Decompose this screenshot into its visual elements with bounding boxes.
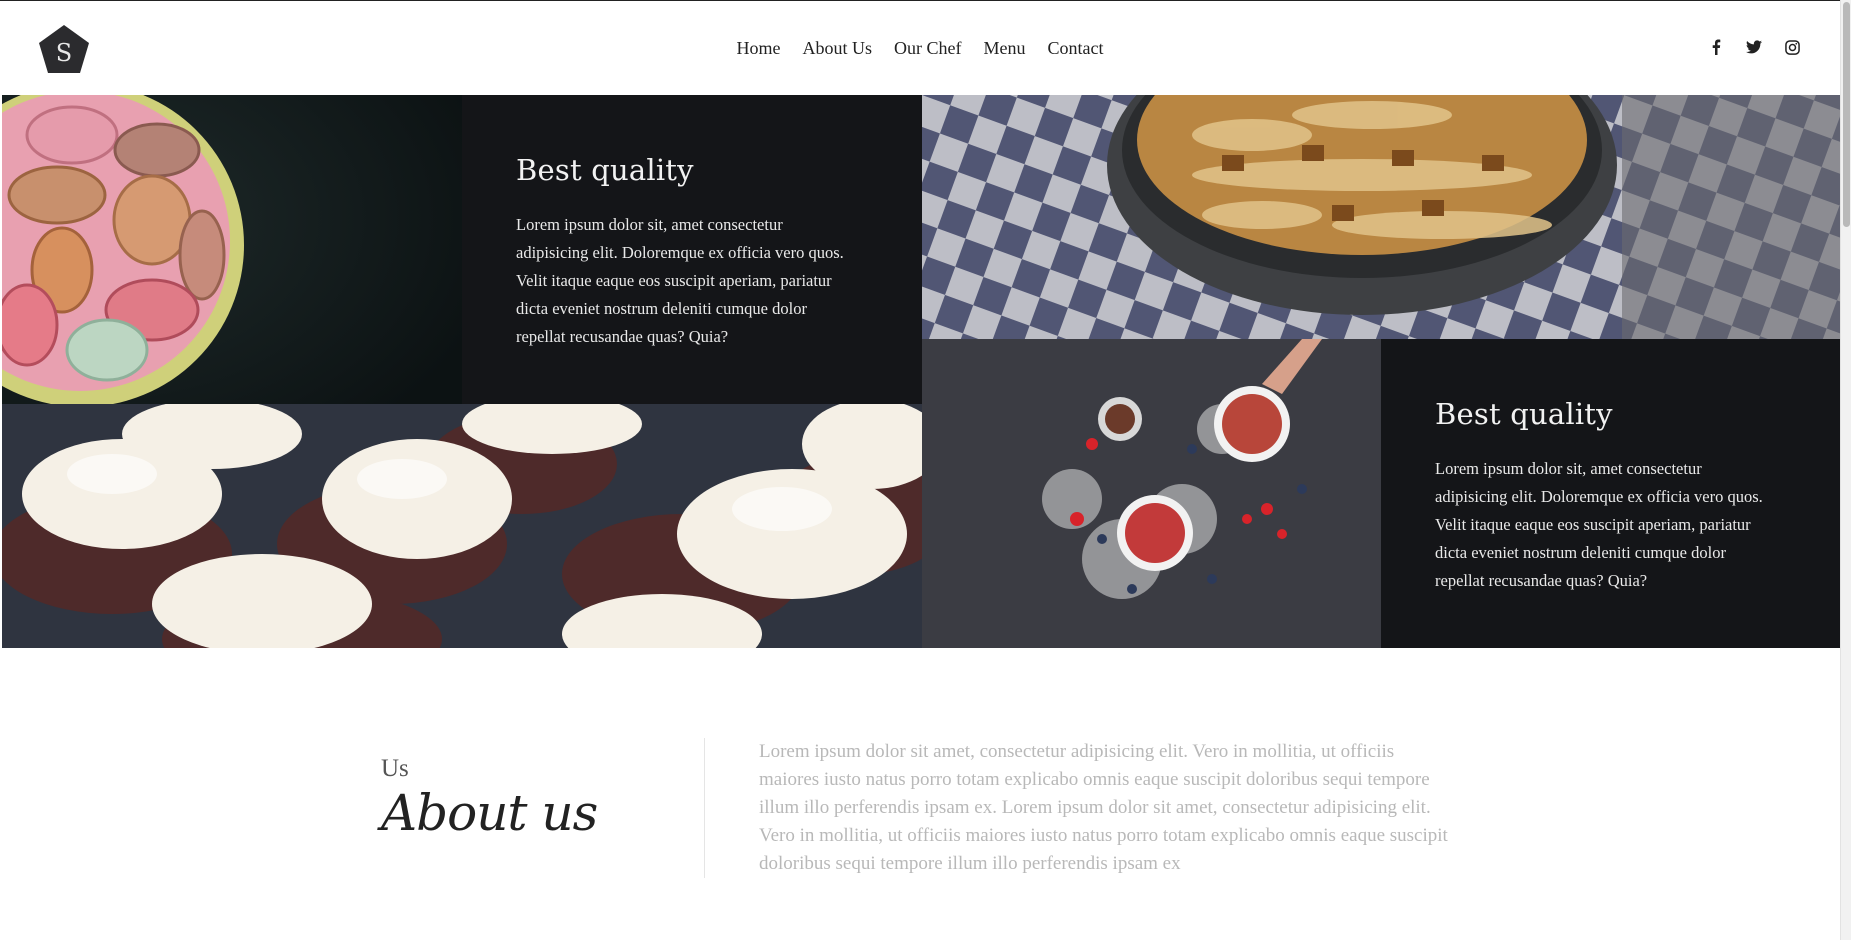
cupcakes-image bbox=[2, 404, 922, 648]
nav-home[interactable]: Home bbox=[737, 38, 781, 59]
twitter-icon[interactable] bbox=[1746, 38, 1762, 56]
scrollbar-thumb[interactable] bbox=[1843, 2, 1850, 227]
about-divider bbox=[704, 738, 705, 878]
feature-title-2: Best quality bbox=[1435, 397, 1613, 431]
about-text: Lorem ipsum dolor sit amet, consectetur … bbox=[759, 741, 1448, 874]
site-header: S Home About Us Our Chef Menu Contact bbox=[0, 0, 1840, 95]
about-eyebrow: Us bbox=[381, 755, 409, 782]
berries-bowl-image bbox=[922, 339, 1381, 648]
about-title: About us bbox=[381, 784, 598, 842]
instagram-icon[interactable] bbox=[1784, 38, 1800, 56]
nav-menu[interactable]: Menu bbox=[984, 38, 1026, 59]
social-links bbox=[1708, 38, 1800, 56]
feature-panel-1: Best quality Lorem ipsum dolor sit, amet… bbox=[462, 95, 922, 404]
feature-text-1: Lorem ipsum dolor sit, amet consectetur … bbox=[516, 215, 844, 346]
feature-panel-2: Best quality Lorem ipsum dolor sit, amet… bbox=[1381, 339, 1840, 648]
feature-grid: Best quality Lorem ipsum dolor sit, amet… bbox=[2, 95, 1840, 648]
nav-about-us[interactable]: About Us bbox=[803, 38, 873, 59]
main-nav: Home About Us Our Chef Menu Contact bbox=[0, 1, 1840, 96]
facebook-icon[interactable] bbox=[1708, 38, 1724, 56]
apple-pie-image bbox=[922, 95, 1840, 339]
feature-title-1: Best quality bbox=[516, 153, 694, 187]
macarons-image bbox=[2, 95, 462, 404]
feature-text-2: Lorem ipsum dolor sit, amet consectetur … bbox=[1435, 459, 1763, 590]
page-scrollbar[interactable] bbox=[1840, 0, 1851, 940]
nav-contact[interactable]: Contact bbox=[1048, 38, 1104, 59]
nav-our-chef[interactable]: Our Chef bbox=[894, 38, 961, 59]
